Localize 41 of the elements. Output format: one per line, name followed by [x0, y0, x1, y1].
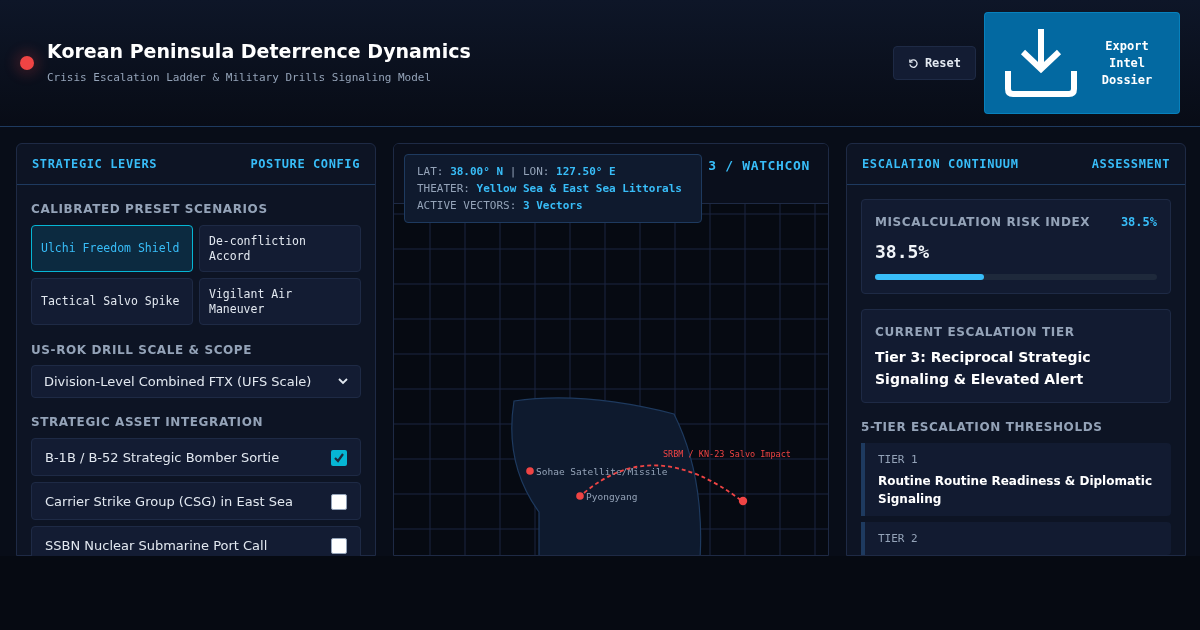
checkbox[interactable] — [331, 538, 347, 554]
preset-button[interactable]: De-confliction Accord — [199, 225, 361, 272]
app-title: Korean Peninsula Deterrence Dynamics — [47, 39, 471, 64]
section-label: US-ROK DRILL SCALE & SCOPE — [31, 342, 254, 359]
tier-description: Routine Routine Readiness & Diplomatic Signaling — [878, 472, 1154, 508]
scale-dropdown[interactable]: Division-Level Combined FTX (UFS Scale) — [31, 365, 361, 398]
impact-marker — [738, 496, 748, 506]
asset-toggle-row[interactable]: Carrier Strike Group (CSG) in East Sea — [31, 482, 361, 520]
panel-title: STRATEGIC LEVERS — [32, 156, 158, 173]
panel-tag: ASSESSMENT — [1091, 155, 1170, 173]
preset-button[interactable]: Tactical Salvo Spike — [31, 278, 193, 325]
chevron-down-icon — [338, 378, 348, 385]
risk-value: 38.5% — [875, 240, 931, 264]
card-label: MISCALCULATION RISK INDEX — [875, 214, 1091, 231]
export-button[interactable]: Export Intel Dossier — [984, 12, 1180, 114]
preset-button[interactable]: Ulchi Freedom Shield — [31, 225, 193, 272]
info-line: ACTIVE VECTORS: 3 Vectors — [417, 198, 584, 214]
risk-percentage-text: 38.5% — [1120, 214, 1157, 231]
tier-number: TIER 1 — [878, 452, 919, 468]
asset-toggle-row[interactable]: B-1B / B-52 Strategic Bomber Sortie — [31, 438, 361, 476]
info-line: THEATER: Yellow Sea & East Sea Littorals — [417, 181, 683, 197]
tier-number: TIER 2 — [878, 530, 919, 547]
reset-icon — [907, 57, 919, 69]
info-line: LAT: 38.00° N | LON: 127.50° E — [417, 164, 617, 180]
preset-button[interactable]: Vigilant Air Maneuver — [199, 278, 361, 325]
panel-title: 3 / WATCHCON — [708, 157, 810, 175]
download-icon — [1005, 29, 1077, 97]
app-subtitle: Crisis Escalation Ladder & Military Drills Signaling Model — [47, 69, 433, 86]
checkbox[interactable] — [331, 494, 347, 510]
checkbox[interactable] — [331, 450, 347, 466]
section-label: STRATEGIC ASSET INTEGRATION — [31, 414, 265, 431]
card-label: CURRENT ESCALATION TIER — [875, 324, 1076, 341]
reset-button[interactable]: Reset — [892, 46, 976, 80]
impact-label: SRBM / KN-23 Salvo Impact — [663, 449, 791, 459]
tier-value: Tier 3: Reciprocal Strategic Signaling & Elevated Alert — [875, 348, 1092, 389]
section-label: CALIBRATED PRESET SCENARIOS — [31, 201, 269, 218]
panel-tag: POSTURE CONFIG — [250, 155, 360, 173]
site-label: Pyongyang — [586, 491, 638, 502]
asset-toggle-row[interactable]: SSBN Nuclear Submarine Port Call — [31, 526, 361, 556]
section-label: 5-TIER ESCALATION THRESHOLDS — [861, 419, 1104, 436]
panel-title: ESCALATION CONTINUUM — [862, 156, 1019, 173]
